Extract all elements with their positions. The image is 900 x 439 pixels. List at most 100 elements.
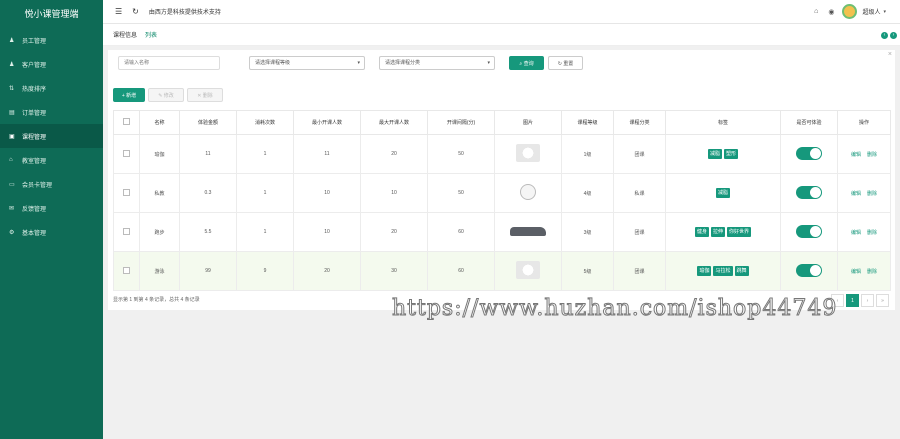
table-row[interactable]: 跑步 5.5 1 10 20 60 3级 团课 健身 拉伸 你好世界 编辑 删除 xyxy=(113,212,891,252)
column-header[interactable]: 课程分类 xyxy=(613,110,666,135)
course-name[interactable]: 瑜伽 xyxy=(139,134,180,174)
course-name[interactable]: 游泳 xyxy=(139,251,180,291)
course-name[interactable]: 跑步 xyxy=(139,212,180,252)
next-page-button[interactable]: › xyxy=(861,294,874,307)
query-button[interactable]: ⌕ 查询 xyxy=(509,56,544,70)
course-image-cell xyxy=(494,212,562,252)
top-bar: ☰ ↻ 由西方是科技提供技术支持 ⌂ ◉ 超级人 ▾ xyxy=(103,0,900,24)
delete-link[interactable]: 删除 xyxy=(867,269,877,275)
avatar[interactable] xyxy=(842,4,858,19)
card-icon: ▭ xyxy=(9,181,15,188)
sidebar-item[interactable]: ⌂ 教室管理 xyxy=(0,148,103,172)
category-select-value: 请选择课程分类 xyxy=(385,60,421,66)
delete-link[interactable]: 删除 xyxy=(867,191,877,197)
sidebar-item[interactable]: ⇅ 热度排序 xyxy=(0,76,103,100)
table-row[interactable]: 游泳 99 9 20 30 60 5级 团课 瑜伽 马拉松 跳舞 编辑 删除 xyxy=(113,251,891,291)
column-header[interactable]: 消耗次数 xyxy=(236,110,294,135)
cell-interval: 50 xyxy=(427,134,495,174)
select-all-checkbox[interactable] xyxy=(123,118,130,125)
cell-times: 1 xyxy=(236,134,294,174)
course-image[interactable] xyxy=(520,184,536,200)
last-page-button[interactable]: » xyxy=(876,294,889,307)
actions-cell: 编辑 删除 xyxy=(837,251,891,291)
table-row[interactable]: 瑜伽 11 1 11 20 50 1级 团课 减脂 塑形 编辑 删除 xyxy=(113,134,891,174)
edit-link[interactable]: 编辑 xyxy=(851,230,861,236)
course-image[interactable] xyxy=(516,261,540,279)
tags-cell: 瑜伽 马拉松 跳舞 xyxy=(665,251,781,291)
sidebar-item[interactable]: ▣ 课程管理 xyxy=(0,124,103,148)
tag-badge: 减脂 xyxy=(707,149,722,159)
trial-toggle[interactable] xyxy=(796,263,822,277)
cell-level: 4级 xyxy=(561,173,614,213)
course-name[interactable]: 私教 xyxy=(139,173,180,213)
table-row[interactable]: 私教 0.3 1 10 10 50 4级 私课 减脂 编辑 删除 xyxy=(113,173,891,213)
sidebar-item[interactable]: ♟ 客户管理 xyxy=(0,52,103,76)
page-button[interactable]: 1 xyxy=(846,294,859,307)
tab-course-info[interactable]: 课程信息 xyxy=(113,30,137,39)
chevron-down-icon: ▾ xyxy=(357,60,360,66)
row-checkbox[interactable] xyxy=(123,188,130,196)
level-select[interactable]: 请选择课程等级 ▾ xyxy=(249,56,365,70)
row-checkbox[interactable] xyxy=(123,227,130,235)
tag-badge: 瑜伽 xyxy=(697,266,712,276)
column-header[interactable]: 体验金额 xyxy=(179,110,237,135)
course-image[interactable] xyxy=(510,226,546,236)
edit-link[interactable]: 编辑 xyxy=(851,269,861,275)
menu-icon[interactable]: ☰ xyxy=(115,7,122,16)
dashboard-icon[interactable]: ◉ xyxy=(828,8,834,16)
close-icon[interactable]: × xyxy=(888,51,892,58)
column-header: 图片 xyxy=(494,110,562,135)
row-checkbox[interactable] xyxy=(123,149,130,157)
edit-button[interactable]: ✎ 修改 xyxy=(148,88,184,102)
tab-prev-icon[interactable]: ‹ xyxy=(881,32,888,39)
cell-category: 私课 xyxy=(613,173,666,213)
delete-link[interactable]: 删除 xyxy=(867,230,877,236)
sidebar-item[interactable]: ⚙ 基本管理 xyxy=(0,220,103,244)
column-header[interactable]: 是否可体验 xyxy=(780,110,838,135)
delete-button[interactable]: ✕ 删除 xyxy=(187,88,223,102)
refresh-icon[interactable]: ↻ xyxy=(132,7,139,16)
cell-interval: 60 xyxy=(427,251,495,291)
column-header[interactable]: 开课间隔(分) xyxy=(427,110,495,135)
column-header[interactable]: 名称 xyxy=(139,110,180,135)
sidebar-item[interactable]: ✉ 反馈管理 xyxy=(0,196,103,220)
cell-max: 20 xyxy=(360,212,428,252)
keyword-input[interactable] xyxy=(118,56,220,70)
user-name[interactable]: 超级人 xyxy=(862,7,880,16)
actions-cell: 编辑 删除 xyxy=(837,212,891,252)
sidebar-item[interactable]: ♟ 员工管理 xyxy=(0,28,103,52)
tab-next-icon[interactable]: › xyxy=(890,32,897,39)
tags-cell: 减脂 塑形 xyxy=(665,134,781,174)
tags-cell: 减脂 xyxy=(665,173,781,213)
chevron-down-icon[interactable]: ▾ xyxy=(883,9,886,15)
column-header[interactable]: 课程等级 xyxy=(561,110,614,135)
row-checkbox[interactable] xyxy=(123,266,130,274)
trial-toggle[interactable] xyxy=(796,185,822,199)
edit-link[interactable]: 编辑 xyxy=(851,191,861,197)
tag-badge: 马拉松 xyxy=(713,266,733,276)
sidebar-item[interactable]: ▭ 会员卡管理 xyxy=(0,172,103,196)
tag-badge: 塑形 xyxy=(724,149,739,159)
select-all-cell xyxy=(113,110,140,135)
main-panel: × 请选择课程等级 ▾ 请选择课程分类 ▾ ⌕ 查询 ↻ 重置 + 新增 ✎ 修… xyxy=(108,50,895,310)
reset-button[interactable]: ↻ 重置 xyxy=(548,56,583,70)
add-button[interactable]: + 新增 xyxy=(113,88,145,102)
column-header[interactable]: 最大开课人数 xyxy=(360,110,428,135)
trial-cell xyxy=(780,212,838,252)
column-header[interactable]: 最小开课人数 xyxy=(293,110,361,135)
column-header: 标签 xyxy=(665,110,781,135)
category-select[interactable]: 请选择课程分类 ▾ xyxy=(379,56,495,70)
tab-list[interactable]: 列表 xyxy=(145,30,157,39)
edit-link[interactable]: 编辑 xyxy=(851,152,861,158)
trial-toggle[interactable] xyxy=(796,224,822,238)
delete-link[interactable]: 删除 xyxy=(867,152,877,158)
cell-price: 5.5 xyxy=(179,212,237,252)
sidebar-item[interactable]: ▤ 订单管理 xyxy=(0,100,103,124)
tag-badge: 跳舞 xyxy=(734,266,749,276)
course-image[interactable] xyxy=(516,144,540,162)
cell-interval: 60 xyxy=(427,212,495,252)
trial-toggle[interactable] xyxy=(796,146,822,160)
trial-cell xyxy=(780,173,838,213)
home-icon[interactable]: ⌂ xyxy=(814,8,818,15)
cell-level: 1级 xyxy=(561,134,614,174)
